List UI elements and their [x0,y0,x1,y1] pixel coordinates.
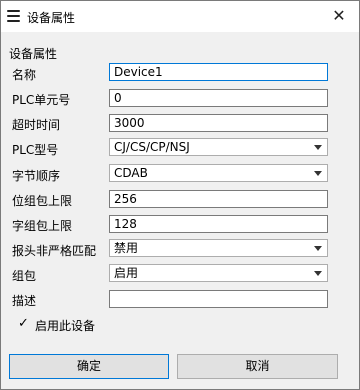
word-pack-limit-value: 128 [114,217,137,231]
timeout-value: 3000 [114,116,145,130]
plc-unit-value: 0 [114,91,122,105]
byte-order-value: CDAB [114,166,148,180]
byte-order-select[interactable]: CDAB [109,164,328,182]
window-title: 设备属性 [27,11,76,25]
plc-unit-input[interactable]: 0 [109,89,328,107]
header-nonstrict-value: 禁用 [114,241,139,255]
timeout-label: 超时时间 [12,118,61,132]
description-input[interactable] [109,290,328,308]
chevron-down-icon [314,145,322,150]
header-nonstrict-select[interactable]: 禁用 [109,239,328,257]
chevron-down-icon [314,246,322,251]
plc-model-value: CJ/CS/CP/NSJ [114,140,190,154]
plc-unit-label: PLC单元号 [12,93,71,107]
bit-pack-limit-value: 256 [114,192,137,206]
plc-model-select[interactable]: CJ/CS/CP/NSJ [109,138,328,156]
checkmark-icon: ✓ [18,316,29,331]
byte-order-label: 字节顺序 [12,169,61,183]
word-pack-limit-label: 字组包上限 [12,219,73,233]
group-label: 设备属性 [9,47,58,61]
pack-select[interactable]: 启用 [109,264,328,282]
list-icon [7,10,20,23]
name-value: Device1 [114,65,163,79]
plc-model-label: PLC型号 [12,143,59,157]
description-label: 描述 [12,294,37,308]
chevron-down-icon [314,171,322,176]
device-properties-dialog: 设备属性 ✕ 设备属性 名称 Device1 PLC单元号 0 超时时间 300… [0,0,360,390]
ok-button[interactable]: 确定 [9,354,169,379]
header-nonstrict-label: 报头非严格匹配 [12,244,97,258]
close-button[interactable]: ✕ [319,1,359,32]
name-input[interactable]: Device1 [109,63,328,81]
pack-label: 组包 [12,269,37,283]
bit-pack-limit-input[interactable]: 256 [109,190,328,208]
timeout-input[interactable]: 3000 [109,114,328,132]
enable-device-label: 启用此设备 [35,319,96,333]
cancel-button[interactable]: 取消 [177,354,338,379]
pack-value: 启用 [114,266,139,280]
word-pack-limit-input[interactable]: 128 [109,215,328,233]
name-label: 名称 [12,68,37,82]
chevron-down-icon [314,271,322,276]
title-bar: 设备属性 ✕ [1,1,359,32]
bit-pack-limit-label: 位组包上限 [12,194,73,208]
